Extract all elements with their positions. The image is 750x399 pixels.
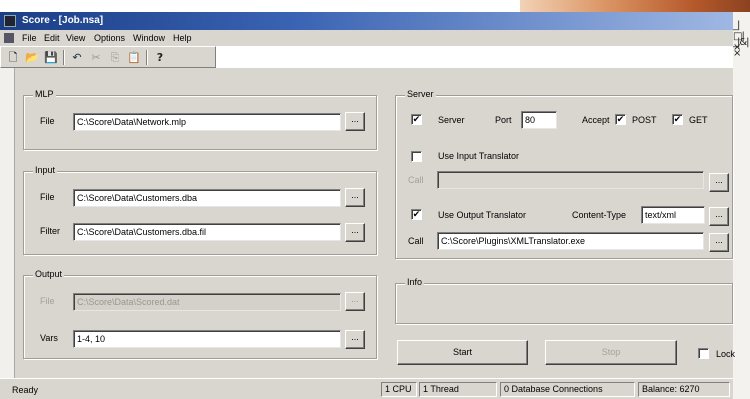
- toolbar-separator: [63, 50, 65, 65]
- menu-window[interactable]: Window: [133, 33, 165, 43]
- output-vars-label: Vars: [40, 333, 58, 343]
- status-bar: Ready 1 CPU 1 Thread 0 Database Connecti…: [0, 378, 733, 399]
- input-group: Input File C:\Score\Data\Customers.dba .…: [23, 165, 377, 255]
- use-output-translator-label: Use Output Translator: [438, 210, 527, 220]
- left-pane-edge: [0, 68, 14, 378]
- status-balance: Balance: 6270: [638, 382, 730, 397]
- content-type-input[interactable]: text/xml: [641, 206, 705, 224]
- input-filter-browse-button[interactable]: ...: [345, 223, 365, 242]
- info-group: Info: [395, 277, 733, 324]
- output-file-browse-button[interactable]: ...: [345, 292, 365, 311]
- help-icon[interactable]: ?: [151, 49, 169, 66]
- mlp-file-label: File: [40, 116, 55, 126]
- output-translator-browse-button[interactable]: ...: [709, 233, 729, 252]
- menu-options[interactable]: Options: [94, 33, 125, 43]
- mlp-title: MLP: [33, 89, 56, 99]
- input-filter-label: Filter: [40, 226, 60, 236]
- input-file-input[interactable]: C:\Score\Data\Customers.dba: [73, 189, 341, 207]
- start-button[interactable]: Start: [397, 340, 528, 365]
- mlp-browse-button[interactable]: ...: [345, 112, 365, 131]
- port-label: Port: [495, 115, 512, 125]
- input-title: Input: [33, 165, 58, 175]
- input-translator-browse-button[interactable]: ...: [709, 173, 729, 192]
- main-panel: MLP File C:\Score\Data\Network.mlp ... I…: [0, 68, 736, 378]
- server-checkbox[interactable]: ✔: [411, 114, 422, 125]
- post-checkbox[interactable]: ✔: [615, 114, 626, 125]
- background-corner: [520, 0, 750, 12]
- lock-label: Lock: [716, 349, 736, 359]
- mlp-file-input[interactable]: C:\Score\Data\Network.mlp: [73, 113, 341, 131]
- accept-label: Accept: [582, 115, 610, 125]
- server-group: Server ✔ Server Port 80 Accept ✔ POST ✔ …: [395, 89, 733, 259]
- input-call-label: Call: [408, 175, 424, 185]
- get-checkbox[interactable]: ✔: [672, 114, 683, 125]
- content-type-label: Content-Type: [572, 210, 627, 220]
- paste-icon[interactable]: 📋: [125, 49, 143, 66]
- info-title: Info: [405, 277, 425, 287]
- menu-view[interactable]: View: [66, 33, 85, 43]
- menu-edit[interactable]: Edit: [44, 33, 60, 43]
- menu-file[interactable]: File: [22, 33, 37, 43]
- window-title: Score - [Job.nsa]: [22, 15, 104, 26]
- menu-bar: File Edit View Options Window Help: [0, 30, 733, 46]
- toolbar: 🗋 📂 💾 ↶ ✂ ⎘ 📋 ?: [0, 46, 216, 68]
- output-file-input[interactable]: C:\Score\Data\Scored.dat: [73, 293, 341, 311]
- use-output-translator-checkbox[interactable]: ✔: [411, 209, 422, 220]
- mlp-group: MLP File C:\Score\Data\Network.mlp ...: [23, 89, 377, 150]
- status-db-connections: 0 Database Connections: [500, 382, 635, 397]
- cut-icon[interactable]: ✂: [87, 49, 105, 66]
- input-file-browse-button[interactable]: ...: [345, 188, 365, 207]
- output-vars-input[interactable]: 1-4, 10: [73, 330, 341, 348]
- status-cpu: 1 CPU: [381, 382, 417, 397]
- document-controls[interactable]: _|&|×: [733, 37, 750, 59]
- mdi-controls: _|□|× _|&|×: [733, 12, 750, 399]
- status-thread: 1 Thread: [419, 382, 497, 397]
- save-icon[interactable]: 💾: [42, 49, 60, 66]
- menu-help[interactable]: Help: [173, 33, 192, 43]
- copy-icon[interactable]: ⎘: [106, 49, 124, 66]
- left-pane-divider: [14, 68, 15, 378]
- server-label: Server: [438, 115, 465, 125]
- input-translator-call-input[interactable]: [437, 171, 704, 189]
- output-vars-browse-button[interactable]: ...: [345, 330, 365, 349]
- document-icon[interactable]: [4, 33, 14, 43]
- use-input-translator-checkbox[interactable]: [411, 151, 422, 162]
- undo-icon[interactable]: ↶: [68, 49, 86, 66]
- title-bar: Score - [Job.nsa]: [0, 12, 733, 30]
- output-title: Output: [33, 269, 65, 279]
- output-group: Output File C:\Score\Data\Scored.dat ...…: [23, 269, 377, 359]
- content-type-browse-button[interactable]: ...: [709, 207, 729, 226]
- toolbar-separator: [146, 50, 148, 65]
- stop-button[interactable]: Stop: [545, 340, 677, 365]
- new-icon[interactable]: 🗋: [4, 49, 22, 66]
- port-input[interactable]: 80: [521, 111, 557, 129]
- input-filter-input[interactable]: C:\Score\Data\Customers.dba.fil: [73, 223, 341, 241]
- output-call-label: Call: [408, 236, 424, 246]
- status-ready: Ready: [12, 385, 39, 395]
- get-label: GET: [689, 115, 708, 125]
- open-icon[interactable]: 📂: [23, 49, 41, 66]
- lock-checkbox[interactable]: [698, 348, 709, 359]
- output-translator-call-input[interactable]: C:\Score\Plugins\XMLTranslator.exe: [437, 232, 704, 250]
- use-input-translator-label: Use Input Translator: [438, 151, 520, 161]
- output-file-label: File: [40, 296, 55, 306]
- app-icon: [4, 15, 16, 27]
- input-file-label: File: [40, 192, 55, 202]
- server-title: Server: [405, 89, 436, 99]
- post-label: POST: [632, 115, 657, 125]
